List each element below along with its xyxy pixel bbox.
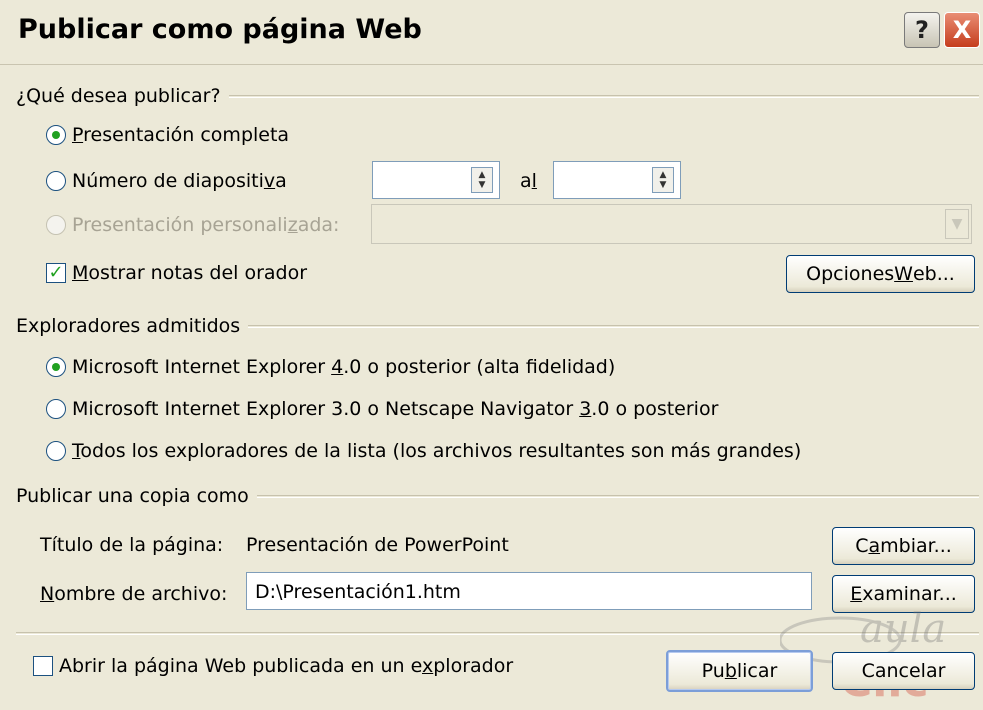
radio-ie3-label: Microsoft Internet Explorer 3.0 o Netsca… xyxy=(72,398,719,420)
filename-label: Nombre de archivo: xyxy=(40,583,228,605)
radio-browser-ie3-netscape3[interactable]: Microsoft Internet Explorer 3.0 o Netsca… xyxy=(46,398,718,420)
footer-separator xyxy=(16,632,979,635)
show-notes-checkbox[interactable]: ✓ Mostrar notas del orador xyxy=(46,262,307,284)
radio-all-label: Todos los exploradores de la lista (los … xyxy=(72,440,802,462)
show-notes-label: Mostrar notas del orador xyxy=(72,262,308,284)
radio-custom-show: Presentación personalizada: xyxy=(46,214,339,236)
checkbox-checkmark-icon[interactable]: ✓ xyxy=(46,263,66,283)
section-label: ¿Qué desea publicar? xyxy=(16,85,221,107)
publish-button[interactable]: Pu b licar xyxy=(666,650,813,692)
radio-ie4-label: Microsoft Internet Explorer 4.0 o poster… xyxy=(72,356,616,378)
radio-full-presentation[interactable]: Presentación completa xyxy=(46,124,289,146)
spin-up-icon: ▲ xyxy=(478,170,486,180)
section-publish-copy: Publicar una copia como xyxy=(16,485,979,507)
radio-slides-indicator[interactable] xyxy=(46,171,66,191)
slide-to-spinner[interactable]: ▲ ▼ xyxy=(652,167,674,193)
radio-browser-all[interactable]: Todos los exploradores de la lista (los … xyxy=(46,440,801,462)
close-button[interactable]: X xyxy=(944,12,980,48)
radio-slides-label: Número de diapositiva xyxy=(72,170,287,192)
section-label: Publicar una copia como xyxy=(16,485,249,507)
filename-input[interactable]: D:\Presentación1.htm xyxy=(246,572,812,610)
close-icon: X xyxy=(952,16,972,44)
help-button[interactable]: ? xyxy=(904,12,940,48)
slide-from-spinner[interactable]: ▲ ▼ xyxy=(471,167,493,193)
cancel-button[interactable]: Cancelar xyxy=(832,652,975,690)
spin-up-icon: ▲ xyxy=(659,170,667,180)
radio-all-indicator[interactable] xyxy=(46,441,66,461)
custom-show-combo: ▼ xyxy=(371,204,972,244)
radio-slide-number[interactable]: Número de diapositiva xyxy=(46,170,287,192)
open-checkbox-indicator[interactable] xyxy=(33,656,53,676)
section-what-to-publish: ¿Qué desea publicar? xyxy=(16,85,979,107)
web-options-button[interactable]: Opciones Web... xyxy=(786,255,975,293)
section-label: Exploradores admitidos xyxy=(16,315,241,337)
radio-ie3-indicator[interactable] xyxy=(46,399,66,419)
to-label: al xyxy=(520,170,537,192)
radio-ie4-indicator[interactable] xyxy=(46,357,66,377)
page-title-label: Título de la página: xyxy=(40,534,224,556)
slide-from-field[interactable]: ▲ ▼ xyxy=(372,161,500,199)
radio-custom-label: Presentación personalizada: xyxy=(72,214,340,236)
filename-value: D:\Presentación1.htm xyxy=(255,581,461,603)
dialog-title: Publicar como página Web xyxy=(18,14,422,45)
browse-button[interactable]: Examinar... xyxy=(832,575,975,613)
page-title-value: Presentación de PowerPoint xyxy=(246,534,509,556)
help-icon: ? xyxy=(915,16,929,44)
open-in-browser-checkbox[interactable]: Abrir la página Web publicada en un expl… xyxy=(33,655,513,677)
spin-down-icon: ▼ xyxy=(478,180,486,190)
spin-down-icon: ▼ xyxy=(659,180,667,190)
radio-browser-ie4[interactable]: Microsoft Internet Explorer 4.0 o poster… xyxy=(46,356,615,378)
radio-custom-indicator xyxy=(46,215,66,235)
radio-full-label: Presentación completa xyxy=(72,124,290,146)
open-in-browser-label: Abrir la página Web publicada en un expl… xyxy=(59,655,514,677)
dropdown-arrow-icon: ▼ xyxy=(945,209,969,239)
section-browsers: Exploradores admitidos xyxy=(16,315,979,337)
slide-to-field[interactable]: ▲ ▼ xyxy=(553,161,681,199)
radio-full-indicator[interactable] xyxy=(46,125,66,145)
change-title-button[interactable]: Ca mbiar... xyxy=(832,527,975,565)
